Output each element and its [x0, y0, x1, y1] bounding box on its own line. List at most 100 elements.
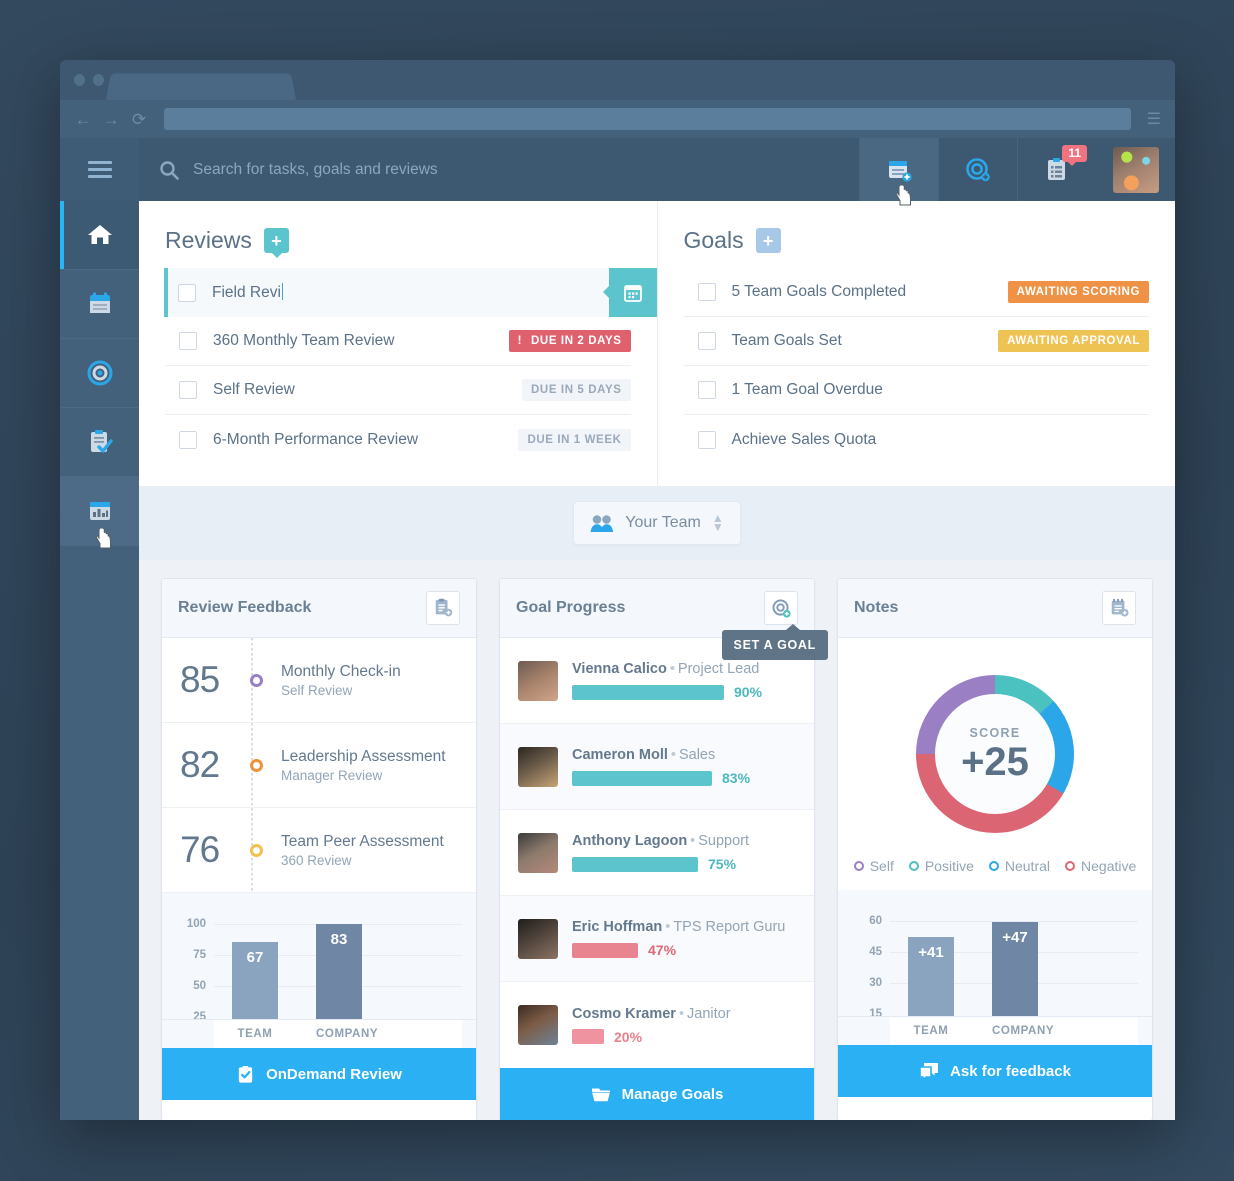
- sidebar-item-calendar[interactable]: [60, 270, 139, 339]
- legend-item-neutral[interactable]: Neutral: [988, 858, 1051, 874]
- goals-header: Goals +: [684, 227, 1150, 254]
- new-review-button[interactable]: [426, 591, 460, 625]
- review-checkbox[interactable]: [178, 283, 196, 302]
- sidebar-menu-toggle[interactable]: [60, 138, 139, 201]
- arrow-left-icon[interactable]: ←: [74, 111, 92, 128]
- arrow-right-icon[interactable]: →: [102, 111, 120, 128]
- manage-goals-button[interactable]: Manage Goals: [500, 1068, 814, 1120]
- review-row[interactable]: 360 Monthly Team Review ! DUE IN 2 DAYS: [165, 317, 631, 366]
- new-review-icon: [435, 598, 453, 617]
- goal-progress-row[interactable]: Eric Hoffman • TPS Report Guru 47%: [500, 896, 814, 982]
- search-placeholder: Search for tasks, goals and reviews: [193, 160, 438, 178]
- feedback-icon: [919, 1062, 939, 1081]
- goal-row[interactable]: Achieve Sales Quota: [684, 415, 1150, 464]
- hamburger-icon: [87, 161, 112, 178]
- avatar: [518, 832, 558, 873]
- set-goal-icon: [966, 157, 990, 181]
- goal-progress-row[interactable]: Cosmo Kramer • Janitor 20%: [500, 982, 814, 1068]
- bar-team: +41: [908, 937, 954, 1017]
- progress-percent: 75%: [708, 856, 737, 872]
- goal-progress-card: Goal Progress SET A GOAL Vienna Calico •…: [499, 578, 828, 1120]
- review-due-tag: ! DUE IN 2 DAYS: [508, 330, 631, 352]
- sidebar-item-home[interactable]: [60, 201, 139, 270]
- feedback-row[interactable]: 85 Monthly Check-in Self Review: [162, 638, 476, 723]
- set-goal-button[interactable]: [764, 591, 798, 625]
- legend-label: Neutral: [1004, 858, 1051, 874]
- review-checkbox[interactable]: [179, 430, 197, 449]
- notes-card: Notes SCORE +25 Self Positive Neutral Ne…: [837, 578, 1153, 1120]
- y-tick: 25: [193, 1011, 206, 1023]
- review-row[interactable]: Self Review DUE IN 5 DAYS: [165, 366, 631, 415]
- y-tick: 15: [869, 1008, 882, 1020]
- main-area: Reviews + Field Revi 360 Monthly Team Re…: [139, 201, 1175, 1120]
- feedback-title: Leadership Assessment: [281, 747, 446, 765]
- new-review-button[interactable]: [859, 138, 938, 206]
- goal-checkbox[interactable]: [697, 332, 716, 350]
- feedback-row[interactable]: 82 Leadership Assessment Manager Review: [162, 723, 476, 808]
- sidebar-item-reviews[interactable]: [60, 408, 139, 477]
- set-goal-icon: [772, 599, 791, 618]
- chart-plot: +41 +47: [890, 904, 1138, 1017]
- content-column: Search for tasks, goals and reviews 11 R…: [139, 138, 1175, 1120]
- feedback-title: Team Peer Assessment: [281, 832, 444, 850]
- legend-item-positive[interactable]: Positive: [908, 858, 974, 874]
- feedback-row[interactable]: 76 Team Peer Assessment 360 Review: [162, 808, 476, 893]
- set-goal-button[interactable]: [938, 138, 1017, 201]
- goal-progress-row[interactable]: Anthony Lagoon • Support 75%: [500, 810, 814, 896]
- bar-value: 83: [330, 931, 348, 948]
- chart-x-axis: TEAM COMPANY: [890, 1017, 1138, 1045]
- top-bar: Search for tasks, goals and reviews 11: [139, 138, 1175, 206]
- member-name: Eric Hoffman • TPS Report Guru: [572, 919, 786, 935]
- sidebar-item-analytics[interactable]: [60, 477, 139, 549]
- feedback-subtitle: Manager Review: [281, 768, 383, 784]
- review-row[interactable]: 6-Month Performance Review DUE IN 1 WEEK: [165, 415, 631, 464]
- stepper-updown-icon[interactable]: ▲ ▼: [712, 513, 724, 533]
- review-label: 6-Month Performance Review: [213, 430, 419, 448]
- bar-value: +47: [1002, 929, 1028, 946]
- legend-label: Negative: [1081, 858, 1137, 874]
- score-label: SCORE: [969, 726, 1021, 740]
- sidebar-item-goals[interactable]: [60, 339, 139, 408]
- goal-progress-row[interactable]: Cameron Moll • Sales 83%: [500, 724, 814, 810]
- lists-section: Reviews + Field Revi 360 Monthly Team Re…: [139, 201, 1175, 486]
- review-due-date-button[interactable]: [602, 268, 657, 317]
- legend-item-self[interactable]: Self: [853, 858, 894, 874]
- reload-icon[interactable]: ⟳: [130, 111, 148, 128]
- ask-for-feedback-button[interactable]: Ask for feedback: [838, 1045, 1152, 1097]
- progress-percent: 90%: [734, 684, 763, 700]
- goals-panel: Goals + 5 Team Goals Completed AWAITING …: [658, 201, 1176, 486]
- goal-checkbox[interactable]: [697, 381, 716, 399]
- review-checkbox[interactable]: [179, 332, 197, 350]
- browser-tab[interactable]: [106, 73, 296, 100]
- legend-item-negative[interactable]: Negative: [1065, 858, 1136, 874]
- team-selector[interactable]: Your Team ▲ ▼: [573, 501, 741, 545]
- manage-goals-label: Manage Goals: [621, 1085, 724, 1103]
- review-checkbox[interactable]: [179, 381, 197, 399]
- tasks-badge: 11: [1062, 145, 1087, 166]
- ondemand-review-button[interactable]: OnDemand Review: [162, 1048, 476, 1100]
- goal-checkbox[interactable]: [697, 283, 716, 301]
- goal-row[interactable]: 1 Team Goal Overdue: [683, 366, 1149, 415]
- goal-row[interactable]: 5 Team Goals Completed AWAITING SCORING: [683, 268, 1149, 317]
- avatar: [518, 746, 558, 787]
- member-name: Cosmo Kramer • Janitor: [572, 1005, 731, 1022]
- url-input[interactable]: [164, 108, 1131, 130]
- review-due-text: DUE IN 2 DAYS: [531, 335, 622, 347]
- tasks-button[interactable]: 11: [1017, 138, 1096, 201]
- goal-checkbox[interactable]: [697, 430, 716, 449]
- browser-menu-icon[interactable]: ☰: [1147, 109, 1161, 129]
- search-input[interactable]: Search for tasks, goals and reviews: [139, 138, 859, 201]
- add-review-button[interactable]: +: [263, 228, 289, 258]
- close-window-dot[interactable]: [74, 74, 85, 86]
- user-menu[interactable]: [1096, 138, 1175, 201]
- add-goal-button[interactable]: +: [755, 228, 781, 253]
- y-tick: 30: [869, 977, 882, 989]
- goal-row[interactable]: Team Goals Set AWAITING APPROVAL: [683, 317, 1149, 366]
- new-note-button[interactable]: [1102, 591, 1136, 625]
- review-row-editing[interactable]: Field Revi: [164, 268, 657, 317]
- minimize-window-dot[interactable]: [93, 74, 104, 86]
- review-due-tag: DUE IN 5 DAYS: [522, 379, 631, 401]
- review-label: 360 Monthly Team Review: [213, 332, 395, 349]
- feedback-score: 76: [180, 829, 220, 870]
- y-tick: 60: [869, 915, 882, 927]
